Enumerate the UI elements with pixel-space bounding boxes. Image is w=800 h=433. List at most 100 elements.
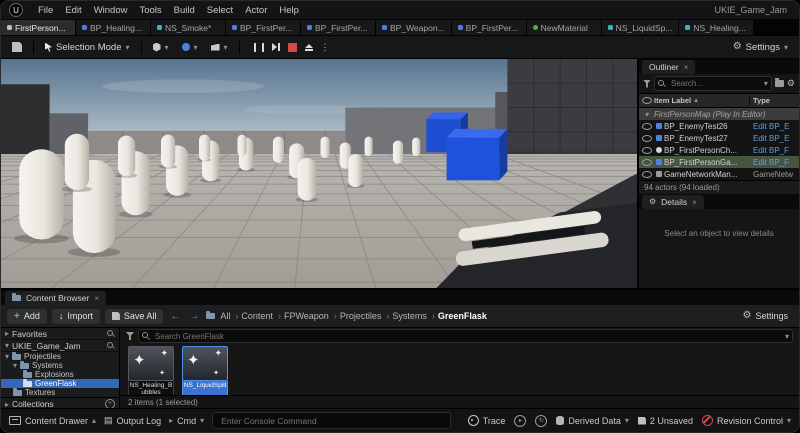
pause-button[interactable] [254,43,264,52]
capsule-actor[interactable] [346,154,364,188]
console-command-box[interactable] [212,412,451,429]
unreal-logo-icon[interactable]: U [9,3,23,17]
outliner-row[interactable]: BP_EnemyTest27 Edit BP_E [639,132,799,144]
chevron-down-icon[interactable]: ▾ [785,332,789,341]
capsule-actor[interactable] [273,137,284,163]
visibility-eye-icon[interactable] [642,123,652,130]
cmd-dropdown[interactable]: ▸Cmd▾ [169,416,204,426]
editor-mode-dropdown[interactable]: Selection Mode▾ [40,40,135,55]
tree-item-projectiles[interactable]: ▾Projectiles [1,352,119,361]
breadcrumb-content[interactable]: Content [241,311,281,321]
filter-icon[interactable] [126,332,134,340]
asset-search-box[interactable]: ▾ [138,329,793,343]
chevron-down-icon[interactable]: ▾ [764,79,768,88]
capsule-actor[interactable] [296,158,318,202]
asset-tab-bp-weapon[interactable]: BP_Weapon... [376,20,452,35]
tree-item-explosions[interactable]: Explosions [1,370,119,379]
column-item-label[interactable]: Item Label▲ [654,96,749,105]
outliner-row[interactable]: BP_FirstPersonCh... Edit BP_F [639,144,799,156]
unsaved-button[interactable]: 2 Unsaved [638,416,693,426]
new-folder-icon[interactable] [775,80,784,87]
asset-tab-newmaterial[interactable]: NewMaterial [527,20,602,35]
menu-edit[interactable]: Edit [59,5,87,16]
breadcrumb-projectiles[interactable]: Projectiles [340,311,390,321]
capsule-actor[interactable] [197,135,211,162]
visibility-eye-icon[interactable] [642,97,652,104]
revision-control-button[interactable]: Revision Control▾ [702,415,791,426]
close-icon[interactable]: × [684,63,689,72]
save-all-button[interactable]: Save All [105,309,164,324]
add-actor-button[interactable]: ▾ [148,41,174,54]
tree-item-greenflask[interactable]: GreenFlask [1,379,119,388]
breadcrumb-systems[interactable]: Systems [392,311,435,321]
asset-tab-bp-firstperson-3[interactable]: BP_FirstPer... [452,20,527,35]
content-browser-settings-button[interactable]: ⚙Settings [738,309,794,323]
trace-button[interactable]: Trace [468,415,506,426]
menu-window[interactable]: Window [88,5,134,16]
dark-grid-wall[interactable] [507,59,637,154]
level-viewport[interactable] [1,59,639,288]
asset-tab-firstperson-map[interactable]: FirstPerson... [1,20,76,35]
asset-search-input[interactable] [153,331,782,342]
toolbar-settings-button[interactable]: ⚙Settings▾ [728,40,793,55]
project-header[interactable]: ▾UKIE_Game_Jam [1,340,119,352]
outliner-row[interactable]: BP_EnemyTest26 Edit BP_E [639,120,799,132]
column-type[interactable]: Type [749,96,799,105]
asset-tab-bp-firstperson-2[interactable]: BP_FirstPer... [301,20,376,35]
chevron-down-icon[interactable]: ▾ [644,110,648,119]
save-current-level-button[interactable] [7,40,27,54]
asset-tile-ns-liquidspill[interactable]: ✦ ✦ ✦ NS_LiquidSpill [182,346,228,396]
visibility-eye-icon[interactable] [642,171,652,178]
capsule-actor[interactable] [393,141,403,164]
outliner-row-selected[interactable]: BP_FirstPersonGa... Edit BP_F [639,156,799,168]
visibility-eye-icon[interactable] [642,135,652,142]
capsule-actor[interactable] [159,135,177,169]
capsule-actor[interactable] [116,136,137,178]
blue-cube-actor[interactable] [447,129,508,180]
edit-blueprint-link[interactable]: Edit BP_E [750,134,799,143]
menu-build[interactable]: Build [168,5,201,16]
tree-item-systems[interactable]: ▾Systems [1,361,119,370]
outliner-world-row[interactable]: ▾ FirstPersonMap (Play In Editor) [639,108,799,120]
menu-tools[interactable]: Tools [133,5,167,16]
search-icon[interactable] [107,330,115,338]
viewport-3d-scene[interactable] [1,59,637,288]
outliner-tab[interactable]: Outliner× [642,60,695,74]
close-icon[interactable]: × [692,198,697,207]
search-icon[interactable] [107,342,115,350]
filter-icon[interactable] [643,80,651,88]
edit-blueprint-link[interactable]: Edit BP_E [750,122,799,131]
visibility-eye-icon[interactable] [642,159,652,166]
asset-tab-ns-healing[interactable]: NS_Healing... [679,20,754,35]
outliner-settings-icon[interactable]: ⚙ [787,79,795,88]
menu-actor[interactable]: Actor [239,5,273,16]
asset-tab-bp-healing[interactable]: BP_Healing... [76,20,151,35]
collections-header[interactable]: ▸Collections+ [1,397,119,408]
outliner-search-box[interactable]: ▾ [654,76,772,91]
menu-file[interactable]: File [32,5,59,16]
close-icon[interactable]: × [94,294,99,303]
asset-tab-ns-smoke[interactable]: NS_Smoke* [151,20,226,35]
favorites-header[interactable]: ▸Favorites [1,328,119,340]
cinematics-button[interactable]: ▾ [206,41,233,54]
play-options-kebab-icon[interactable]: ⋮ [321,42,330,53]
outliner-row[interactable]: GameNetworkMan... GameNetw [639,168,799,180]
import-button[interactable]: ↓Import [52,309,100,324]
content-drawer-button[interactable]: Content Drawer▴ [9,416,96,426]
details-tab[interactable]: ⚙Details× [642,195,704,209]
blueprints-button[interactable]: ▾ [177,41,203,54]
visibility-eye-icon[interactable] [642,147,652,154]
back-arrow-icon[interactable]: ← [168,311,182,322]
breadcrumb-fpweapon[interactable]: FPWeapon [284,311,337,321]
eject-button[interactable] [305,44,313,51]
capsule-actor[interactable] [412,138,420,156]
capsule-actor[interactable] [62,134,92,192]
add-collection-icon[interactable]: + [105,399,115,408]
capsule-actor[interactable] [321,137,330,158]
breadcrumb-all[interactable]: All [220,311,238,321]
trace-refresh-icon[interactable]: ↻ [535,415,547,427]
console-command-input[interactable] [219,415,444,427]
tree-item-textures[interactable]: Textures [1,388,119,397]
asset-tab-bp-firstperson-1[interactable]: BP_FirstPer... [226,20,301,35]
dark-building[interactable] [1,84,50,154]
